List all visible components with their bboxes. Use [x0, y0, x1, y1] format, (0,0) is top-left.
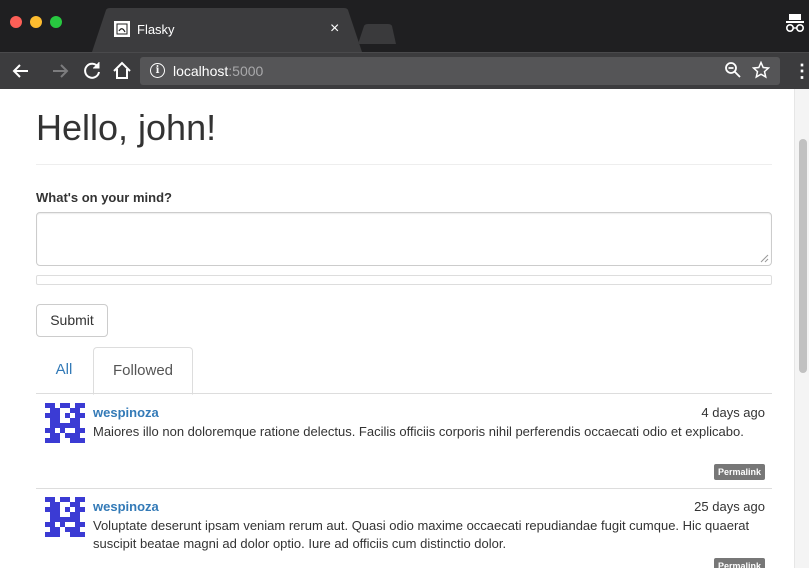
markdown-preview [36, 275, 772, 285]
zoom-icon[interactable] [724, 61, 742, 83]
submit-button[interactable]: Submit [36, 304, 108, 337]
url-port: :5000 [228, 63, 264, 79]
tab-all[interactable]: All [36, 347, 92, 393]
post-author-link[interactable]: wespinoza [93, 499, 159, 514]
browser-tabstrip: Flasky × [0, 0, 809, 52]
scrollbar-thumb[interactable] [799, 139, 807, 373]
post-date: 25 days ago [694, 499, 765, 514]
header-divider [36, 164, 772, 165]
flask-favicon-icon [114, 21, 130, 37]
scrollbar[interactable] [794, 89, 809, 568]
home-icon[interactable] [110, 59, 134, 83]
maximize-window-button[interactable] [50, 16, 62, 28]
tab-followed[interactable]: Followed [93, 347, 193, 395]
close-window-button[interactable] [10, 16, 22, 28]
back-arrow-icon[interactable] [9, 59, 33, 83]
post-textarea[interactable] [36, 212, 772, 266]
post-item: wespinoza 4 days ago Maiores illo non do… [36, 394, 772, 488]
post-author-link[interactable]: wespinoza [93, 405, 159, 420]
permalink-button[interactable]: Permalink [713, 464, 765, 480]
page-viewport: Hello, john! What's on your mind? Submit… [0, 89, 809, 568]
page-title: Hello, john! [36, 107, 217, 148]
menu-dots-icon[interactable]: ⋮ [793, 59, 809, 83]
post-item: wespinoza 25 days ago Voluptate deserunt… [36, 488, 772, 568]
minimize-window-button[interactable] [30, 16, 42, 28]
forward-arrow-icon[interactable] [48, 59, 72, 83]
star-icon[interactable] [751, 60, 771, 83]
avatar[interactable] [45, 497, 85, 537]
post-date: 4 days ago [701, 405, 765, 420]
post-divider [36, 488, 772, 489]
incognito-icon [785, 12, 805, 41]
browser-toolbar: i localhost:5000 ⋮ [0, 52, 809, 89]
info-icon[interactable]: i [150, 63, 165, 78]
resize-handle-icon[interactable] [759, 253, 769, 263]
reload-icon[interactable] [80, 59, 104, 83]
address-bar[interactable]: i localhost:5000 [140, 57, 780, 85]
url-text: localhost:5000 [173, 63, 263, 79]
url-host: localhost [173, 63, 229, 79]
post-field-label: What's on your mind? [36, 190, 172, 205]
tab-title: Flasky [137, 22, 175, 37]
permalink-button[interactable]: Permalink [713, 558, 765, 568]
tab-close-icon[interactable]: × [330, 19, 339, 39]
post-body: Voluptate deserunt ipsam veniam rerum au… [93, 518, 750, 551]
browser-tab-flasky[interactable]: Flasky × [92, 8, 362, 52]
new-tab-button[interactable] [358, 24, 396, 49]
post-body: Maiores illo non doloremque ratione dele… [93, 424, 744, 439]
tab-shape [92, 8, 362, 52]
avatar[interactable] [45, 403, 85, 443]
